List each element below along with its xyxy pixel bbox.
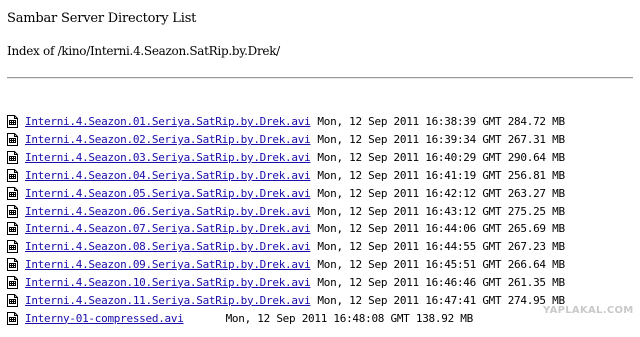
file-icon <box>7 168 18 182</box>
file-link[interactable]: Interni.4.Seazon.04.Seriya.SatRip.by.Dre… <box>25 169 311 182</box>
file-meta: Mon, 12 Sep 2011 16:41:19 GMT 256.81 MB <box>317 168 565 182</box>
file-icon <box>7 258 18 272</box>
file-link[interactable]: Interni.4.Seazon.07.Seriya.SatRip.by.Dre… <box>25 222 311 235</box>
file-meta: Mon, 12 Sep 2011 16:47:41 GMT 274.95 MB <box>317 293 565 307</box>
page-title: Sambar Server Directory List <box>7 11 197 26</box>
file-row: Interni.4.Seazon.05.Seriya.SatRip.by.Dre… <box>7 184 565 202</box>
file-icon <box>7 204 18 218</box>
file-meta: Mon, 12 Sep 2011 16:48:08 GMT 138.92 MB <box>225 311 474 325</box>
file-link[interactable]: Interni.4.Seazon.09.Seriya.SatRip.by.Dre… <box>25 258 311 271</box>
file-meta: Mon, 12 Sep 2011 16:46:46 GMT 261.35 MB <box>317 275 565 289</box>
file-icon <box>7 186 18 200</box>
file-row: Interni.4.Seazon.10.Seriya.SatRip.by.Dre… <box>7 273 565 291</box>
file-meta: Mon, 12 Sep 2011 16:40:29 GMT 290.64 MB <box>317 151 565 165</box>
file-icon <box>7 222 18 236</box>
file-link[interactable]: Interni.4.Seazon.10.Seriya.SatRip.by.Dre… <box>25 276 311 289</box>
file-row: Interni.4.Seazon.11.Seriya.SatRip.by.Dre… <box>7 291 565 309</box>
file-meta: Mon, 12 Sep 2011 16:44:55 GMT 267.23 MB <box>317 240 565 254</box>
index-heading: Index of /kino/Interni.4.Seazon.SatRip.b… <box>7 44 280 58</box>
file-meta: Mon, 12 Sep 2011 16:42:12 GMT 263.27 MB <box>317 186 565 200</box>
file-link[interactable]: Interni.4.Seazon.11.Seriya.SatRip.by.Dre… <box>25 294 311 307</box>
file-row: Interni.4.Seazon.03.Seriya.SatRip.by.Dre… <box>7 149 565 167</box>
watermark: YAPLAKAL.COM <box>543 305 634 316</box>
file-link[interactable]: Interny-01-compressed.avi <box>25 312 184 325</box>
file-row: Interni.4.Seazon.02.Seriya.SatRip.by.Dre… <box>7 131 565 149</box>
file-list: Interni.4.Seazon.01.Seriya.SatRip.by.Dre… <box>7 113 565 327</box>
file-meta: Mon, 12 Sep 2011 16:39:34 GMT 267.31 MB <box>317 133 565 147</box>
file-row: Interni.4.Seazon.07.Seriya.SatRip.by.Dre… <box>7 220 565 238</box>
divider <box>7 77 633 79</box>
file-link[interactable]: Interni.4.Seazon.03.Seriya.SatRip.by.Dre… <box>25 151 311 164</box>
file-row: Interni.4.Seazon.06.Seriya.SatRip.by.Dre… <box>7 202 565 220</box>
file-link[interactable]: Interni.4.Seazon.08.Seriya.SatRip.by.Dre… <box>25 240 311 253</box>
file-icon <box>7 311 18 325</box>
file-icon <box>7 151 18 165</box>
file-link[interactable]: Interni.4.Seazon.05.Seriya.SatRip.by.Dre… <box>25 187 311 200</box>
file-icon <box>7 293 18 307</box>
file-icon <box>7 240 18 254</box>
file-meta: Mon, 12 Sep 2011 16:38:39 GMT 284.72 MB <box>317 115 565 129</box>
file-icon <box>7 115 18 129</box>
file-row: Interny-01-compressed.avi Mon, 12 Sep 20… <box>7 309 565 327</box>
file-row: Interni.4.Seazon.09.Seriya.SatRip.by.Dre… <box>7 256 565 274</box>
file-icon <box>7 275 18 289</box>
file-meta: Mon, 12 Sep 2011 16:45:51 GMT 266.64 MB <box>317 258 565 272</box>
file-row: Interni.4.Seazon.01.Seriya.SatRip.by.Dre… <box>7 113 565 131</box>
file-meta: Mon, 12 Sep 2011 16:44:06 GMT 265.69 MB <box>317 222 565 236</box>
file-row: Interni.4.Seazon.04.Seriya.SatRip.by.Dre… <box>7 166 565 184</box>
file-link[interactable]: Interni.4.Seazon.06.Seriya.SatRip.by.Dre… <box>25 205 311 218</box>
file-row: Interni.4.Seazon.08.Seriya.SatRip.by.Dre… <box>7 238 565 256</box>
file-link[interactable]: Interni.4.Seazon.01.Seriya.SatRip.by.Dre… <box>25 115 311 128</box>
file-meta: Mon, 12 Sep 2011 16:43:12 GMT 275.25 MB <box>317 204 565 218</box>
file-link[interactable]: Interni.4.Seazon.02.Seriya.SatRip.by.Dre… <box>25 133 311 146</box>
file-icon <box>7 133 18 147</box>
